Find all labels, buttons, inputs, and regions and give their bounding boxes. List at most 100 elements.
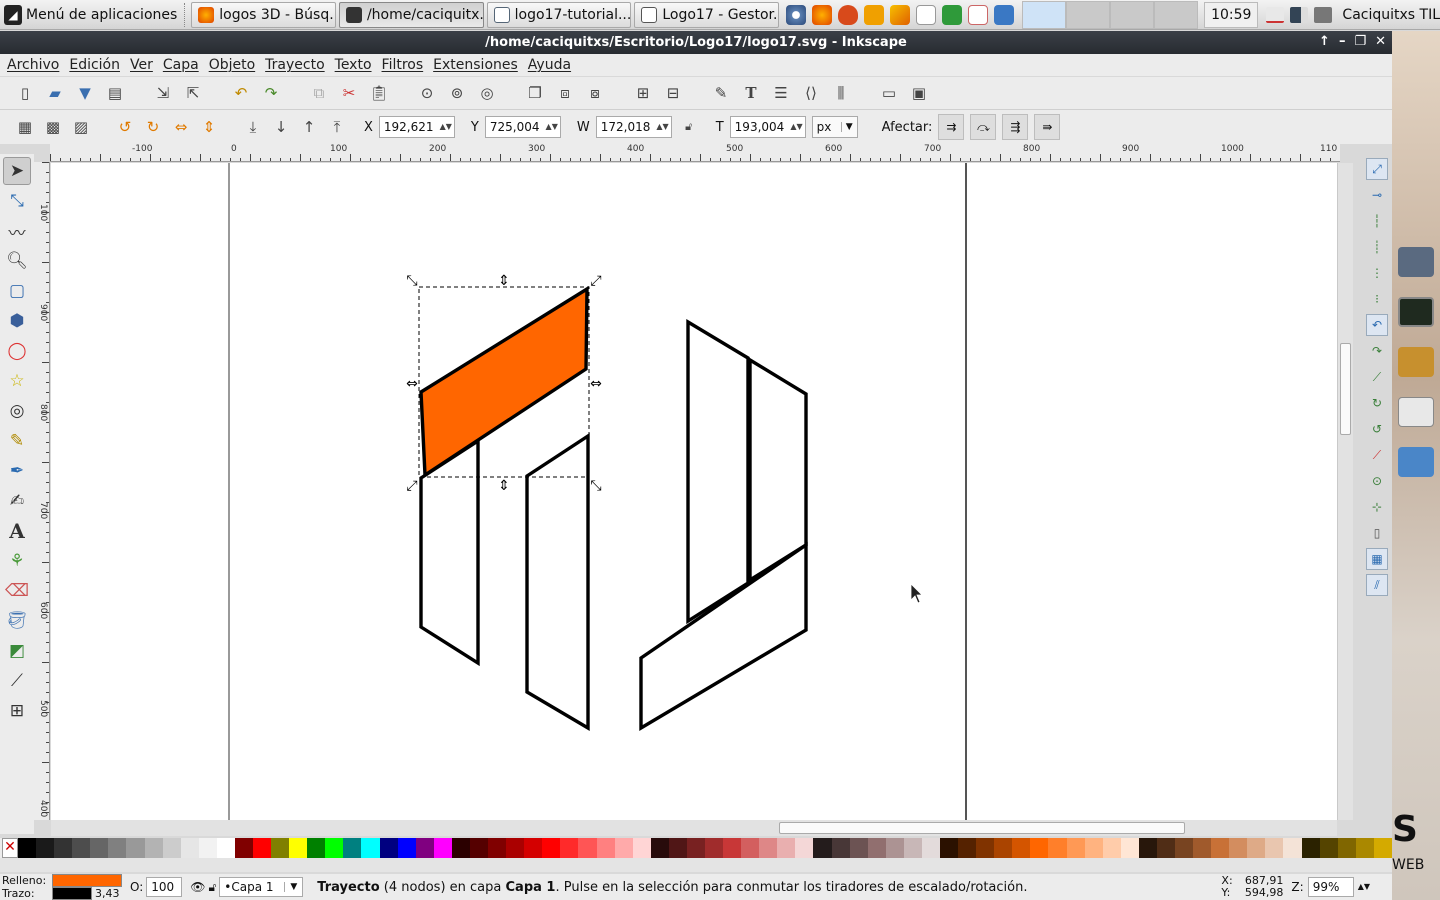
desktop-launcher-icon[interactable]: [1398, 247, 1434, 277]
color-swatch[interactable]: [1301, 838, 1320, 858]
color-swatch[interactable]: [198, 838, 217, 858]
pencil-tool-icon[interactable]: ✎: [3, 427, 31, 455]
snap-bbox-corners-icon[interactable]: ┊: [1366, 236, 1388, 258]
vertical-scrollbar[interactable]: [1337, 163, 1353, 820]
keep-above-button[interactable]: ↑: [1319, 34, 1330, 49]
unit-select[interactable]: px ▼: [811, 116, 858, 138]
color-swatch[interactable]: [723, 838, 742, 858]
color-swatch[interactable]: [325, 838, 344, 858]
export-icon[interactable]: ⇱: [182, 82, 204, 104]
opacity-field[interactable]: 100: [146, 877, 183, 897]
color-swatch[interactable]: [921, 838, 940, 858]
align-distribute-icon[interactable]: ⫼: [830, 82, 852, 104]
vertical-ruler[interactable]: 100 900 800 700 600 500 400: [34, 162, 50, 820]
lock-icon[interactable]: 🔓︎: [678, 116, 700, 138]
color-swatch[interactable]: [343, 838, 362, 858]
color-swatch[interactable]: [831, 838, 850, 858]
affect-gradients-toggle[interactable]: ⇶: [1002, 114, 1029, 140]
lower-to-bottom-icon[interactable]: ⤓: [242, 116, 264, 138]
window-titlebar[interactable]: /home/caciquitxs/Escritorio/Logo17/logo1…: [0, 31, 1392, 54]
selector-tool-icon[interactable]: ➤: [3, 157, 31, 185]
group-icon[interactable]: ⊞: [632, 82, 654, 104]
spreadsheet-icon[interactable]: [942, 4, 963, 25]
menu-extensiones[interactable]: Extensiones: [428, 57, 523, 73]
clock[interactable]: 10:59: [1204, 1, 1259, 28]
ellipse-tool-icon[interactable]: ◯: [3, 337, 31, 365]
color-swatch[interactable]: [1319, 838, 1338, 858]
scale-handle-e-icon[interactable]: ⇔: [590, 376, 602, 392]
drink-icon[interactable]: [864, 4, 885, 25]
w-field[interactable]: 172,018 ▲▼: [595, 116, 672, 138]
spin-arrows-icon[interactable]: ▲▼: [1358, 883, 1370, 891]
affect-stroke-toggle[interactable]: ⇉: [938, 114, 965, 140]
tweak-tool-icon[interactable]: 〰: [3, 217, 31, 245]
color-swatch[interactable]: [18, 838, 37, 858]
3d-box-tool-icon[interactable]: ⬢: [3, 307, 31, 335]
menu-objeto[interactable]: Objeto: [204, 57, 260, 73]
rotate-ccw-icon[interactable]: ↺: [114, 116, 136, 138]
x-field[interactable]: 192,621 ▲▼: [378, 116, 455, 138]
scale-handle-nw-icon[interactable]: ⤡: [406, 273, 417, 289]
bucket-tool-icon[interactable]: 🪣︎: [3, 607, 31, 635]
save-icon[interactable]: ▼: [74, 82, 96, 104]
color-swatch[interactable]: [1193, 838, 1212, 858]
network-icon[interactable]: [1290, 6, 1309, 23]
spiral-tool-icon[interactable]: ◎: [3, 397, 31, 425]
spin-arrows-icon[interactable]: ▲▼: [656, 123, 668, 131]
archive-icon[interactable]: [1398, 347, 1434, 377]
left-pillar-shape[interactable]: [419, 437, 480, 667]
task-file-manager[interactable]: Logo17 - Gestor...: [634, 1, 780, 28]
print-icon[interactable]: ▤: [104, 82, 126, 104]
task-inkscape[interactable]: /home/caciquitx...: [338, 1, 484, 28]
workspace-3[interactable]: [1110, 0, 1155, 29]
color-swatch[interactable]: [1102, 838, 1121, 858]
color-swatch[interactable]: [524, 838, 543, 858]
select-all-icon[interactable]: ▦: [14, 116, 36, 138]
user-menu[interactable]: Caciquitxs TIL: [1342, 7, 1440, 23]
color-swatch[interactable]: [1247, 838, 1266, 858]
scale-handle-se-icon[interactable]: ⤡: [590, 478, 601, 494]
maximize-button[interactable]: ❐: [1354, 34, 1366, 49]
drawing-canvas[interactable]: ⤡ ⇕ ⤢ ⇔ ⇔ ⤢ ⇕ ⤡: [51, 163, 1337, 820]
color-swatch[interactable]: [289, 838, 308, 858]
pen-tool-icon[interactable]: ✒: [3, 457, 31, 485]
node-tool-icon[interactable]: ⤡: [3, 187, 31, 215]
color-swatch[interactable]: [108, 838, 127, 858]
color-swatch[interactable]: [144, 838, 163, 858]
snap-paths-icon[interactable]: ↷: [1366, 340, 1388, 362]
raise-icon[interactable]: ↑: [298, 116, 320, 138]
preferences-icon[interactable]: ▣: [908, 82, 930, 104]
snap-grid-icon[interactable]: ▦: [1366, 548, 1388, 570]
snap-bbox-icon[interactable]: ⊸: [1366, 184, 1388, 206]
color-swatch[interactable]: [795, 838, 814, 858]
no-color-swatch[interactable]: ✕: [2, 838, 18, 858]
right-pillar-front-shape[interactable]: [686, 318, 750, 625]
color-swatch[interactable]: [777, 838, 796, 858]
color-swatch[interactable]: [1030, 838, 1049, 858]
spray-tool-icon[interactable]: ⚘: [3, 547, 31, 575]
unlink-clone-icon[interactable]: ⧇: [584, 82, 606, 104]
snap-nodes-icon[interactable]: ↶: [1366, 314, 1388, 336]
volume-icon[interactable]: [1314, 6, 1333, 23]
layer-select[interactable]: •Capa 1 ▼: [219, 877, 304, 897]
zoom-drawing-icon[interactable]: ⊚: [446, 82, 468, 104]
app-menu-button[interactable]: ◢ Menú de aplicaciones: [0, 0, 183, 30]
palette-scrollbar[interactable]: [0, 858, 1392, 872]
color-swatch[interactable]: [1337, 838, 1356, 858]
battery-icon[interactable]: [1266, 6, 1285, 23]
color-swatch[interactable]: [54, 838, 73, 858]
color-swatch[interactable]: [1373, 838, 1392, 858]
color-swatch[interactable]: [1211, 838, 1230, 858]
color-swatch[interactable]: [759, 838, 778, 858]
menu-texto[interactable]: Texto: [330, 57, 377, 73]
spin-arrows-icon[interactable]: ▲▼: [790, 123, 802, 131]
color-swatch[interactable]: [560, 838, 579, 858]
copy-icon[interactable]: ⧉: [308, 82, 330, 104]
color-swatch[interactable]: [1229, 838, 1248, 858]
snap-smooth-nodes-icon[interactable]: ↺: [1366, 418, 1388, 440]
color-swatch[interactable]: [632, 838, 651, 858]
chat-icon[interactable]: [838, 4, 859, 25]
deselect-icon[interactable]: ▨: [70, 116, 92, 138]
middle-pillar-shape[interactable]: [525, 432, 590, 731]
workspace-switcher[interactable]: [1022, 0, 1199, 29]
